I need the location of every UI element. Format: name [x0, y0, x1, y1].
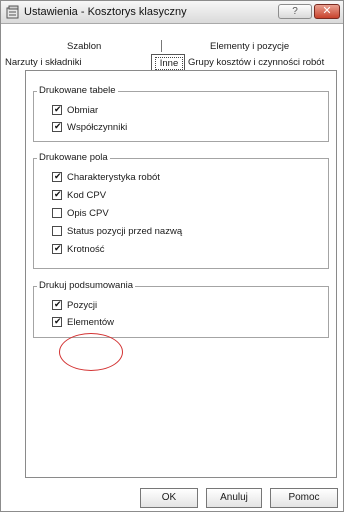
group-title: Drukuj podsumowania — [37, 280, 135, 291]
tab-szablon[interactable]: Szablon — [67, 41, 101, 52]
check-icon: ✔ — [54, 189, 62, 199]
check-icon: ✔ — [54, 121, 62, 131]
group-drukowane-pola: Drukowane pola ✔ Charakterystyka robót ✔… — [33, 152, 329, 269]
check-icon: ✔ — [54, 316, 62, 326]
checkbox-label: Współczynniki — [67, 122, 128, 133]
close-button[interactable]: ✕ — [314, 4, 340, 19]
group-title: Drukowane tabele — [37, 85, 118, 96]
group-drukuj-podsumowania: Drukuj podsumowania ✔ Pozycji ✔ Elementó… — [33, 280, 329, 338]
tab-separator — [161, 40, 162, 52]
tab-grupy-kosztow[interactable]: Grupy kosztów i czynności robót — [188, 57, 324, 68]
help-title-button[interactable]: ? — [278, 4, 312, 19]
tab-inne[interactable]: Inne — [151, 54, 185, 70]
cancel-button[interactable]: Anuluj — [206, 488, 262, 508]
window-title: Ustawienia - Kosztorys klasyczny — [24, 6, 187, 18]
group-title: Drukowane pola — [37, 152, 110, 163]
ok-button[interactable]: OK — [140, 488, 198, 508]
checkbox-label: Krotność — [67, 244, 105, 255]
checkbox-label: Status pozycji przed nazwą — [67, 226, 183, 237]
checkbox-label: Elementów — [67, 317, 114, 328]
tab-elementy-i-pozycje[interactable]: Elementy i pozycje — [210, 41, 289, 52]
check-icon: ✔ — [54, 171, 62, 181]
tab-inne-label: Inne — [155, 57, 183, 70]
check-icon: ✔ — [54, 299, 62, 309]
checkbox-label: Kod CPV — [67, 190, 107, 201]
tab-narzuty-i-skladniki[interactable]: Narzuty i składniki — [5, 57, 82, 68]
tab-panel: Drukowane tabele ✔ Obmiar ✔ Współczynnik… — [25, 70, 337, 478]
group-drukowane-tabele: Drukowane tabele ✔ Obmiar ✔ Współczynnik… — [33, 85, 329, 142]
title-bar[interactable]: Ustawienia - Kosztorys klasyczny ? ✕ — [1, 1, 343, 24]
checkbox-label: Obmiar — [67, 105, 99, 116]
app-icon — [6, 5, 19, 19]
check-icon: ✔ — [54, 243, 62, 253]
checkbox-label: Pozycji — [67, 300, 98, 311]
settings-dialog: Ustawienia - Kosztorys klasyczny ? ✕ Sza… — [0, 0, 344, 512]
check-icon: ✔ — [54, 104, 62, 114]
checkbox-label: Opis CPV — [67, 208, 109, 219]
help-button[interactable]: Pomoc — [270, 488, 338, 508]
checkbox-label: Charakterystyka robót — [67, 172, 160, 183]
